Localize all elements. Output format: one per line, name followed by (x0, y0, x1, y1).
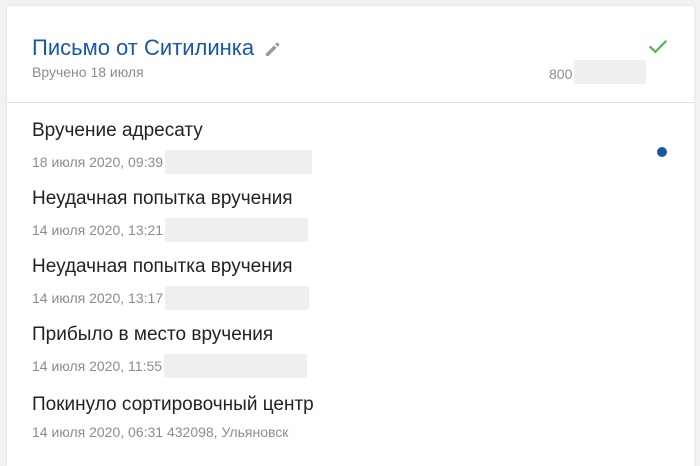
event-meta: 18 июля 2020, 09:39 (32, 150, 632, 174)
event-title: Покинуло сортировочный центр (32, 394, 314, 415)
event-datetime: 14 июля 2020, 11:55 (32, 358, 163, 374)
check-icon (648, 39, 668, 54)
pencil-icon[interactable] (264, 41, 281, 58)
shipment-card: Письмо от Ситилинка Вручено 18 июля 800 … (7, 6, 694, 466)
event-meta: 14 июля 2020, 13:21 (32, 218, 632, 242)
shipment-title[interactable]: Письмо от Ситилинка (32, 34, 254, 62)
tracking-prefix: 800 (549, 66, 573, 82)
event-item: Покинуло сортировочный центр 14 июля 202… (32, 393, 632, 440)
delivery-status: Вручено 18 июля (32, 64, 144, 80)
event-item: Прибыло в место вручения 14 июля 2020, 1… (32, 323, 632, 378)
title-row: Письмо от Ситилинка (32, 34, 281, 62)
redacted-block (165, 218, 309, 242)
event-title: Прибыло в место вручения (32, 324, 274, 345)
event-meta: 14 июля 2020, 11:55 (32, 354, 632, 378)
event-datetime: 14 июля 2020, 13:17 (32, 290, 164, 306)
current-status-dot (657, 147, 667, 157)
redacted-block (165, 150, 313, 174)
event-item: Неудачная попытка вручения 14 июля 2020,… (32, 255, 632, 310)
event-meta: 14 июля 2020, 06:31 432098, Ульяновск (32, 424, 632, 440)
event-title: Неудачная попытка вручения (32, 256, 293, 277)
event-item: Вручение адресату 18 июля 2020, 09:39 (32, 119, 632, 174)
redacted-block (574, 60, 647, 84)
event-item: Неудачная попытка вручения 14 июля 2020,… (32, 187, 632, 242)
event-meta: 14 июля 2020, 13:17 (32, 286, 632, 310)
event-title: Вручение адресату (32, 120, 203, 141)
redacted-block (165, 286, 310, 310)
redacted-block (164, 354, 308, 378)
event-title: Неудачная попытка вручения (32, 188, 293, 209)
event-datetime: 14 июля 2020, 13:21 (32, 222, 164, 238)
event-datetime: 14 июля 2020, 06:31 432098, Ульяновск (32, 424, 289, 440)
tracking-number: 800 (549, 60, 647, 84)
event-datetime: 18 июля 2020, 09:39 (32, 154, 164, 170)
shipment-header: Письмо от Ситилинка Вручено 18 июля 800 (7, 6, 694, 103)
